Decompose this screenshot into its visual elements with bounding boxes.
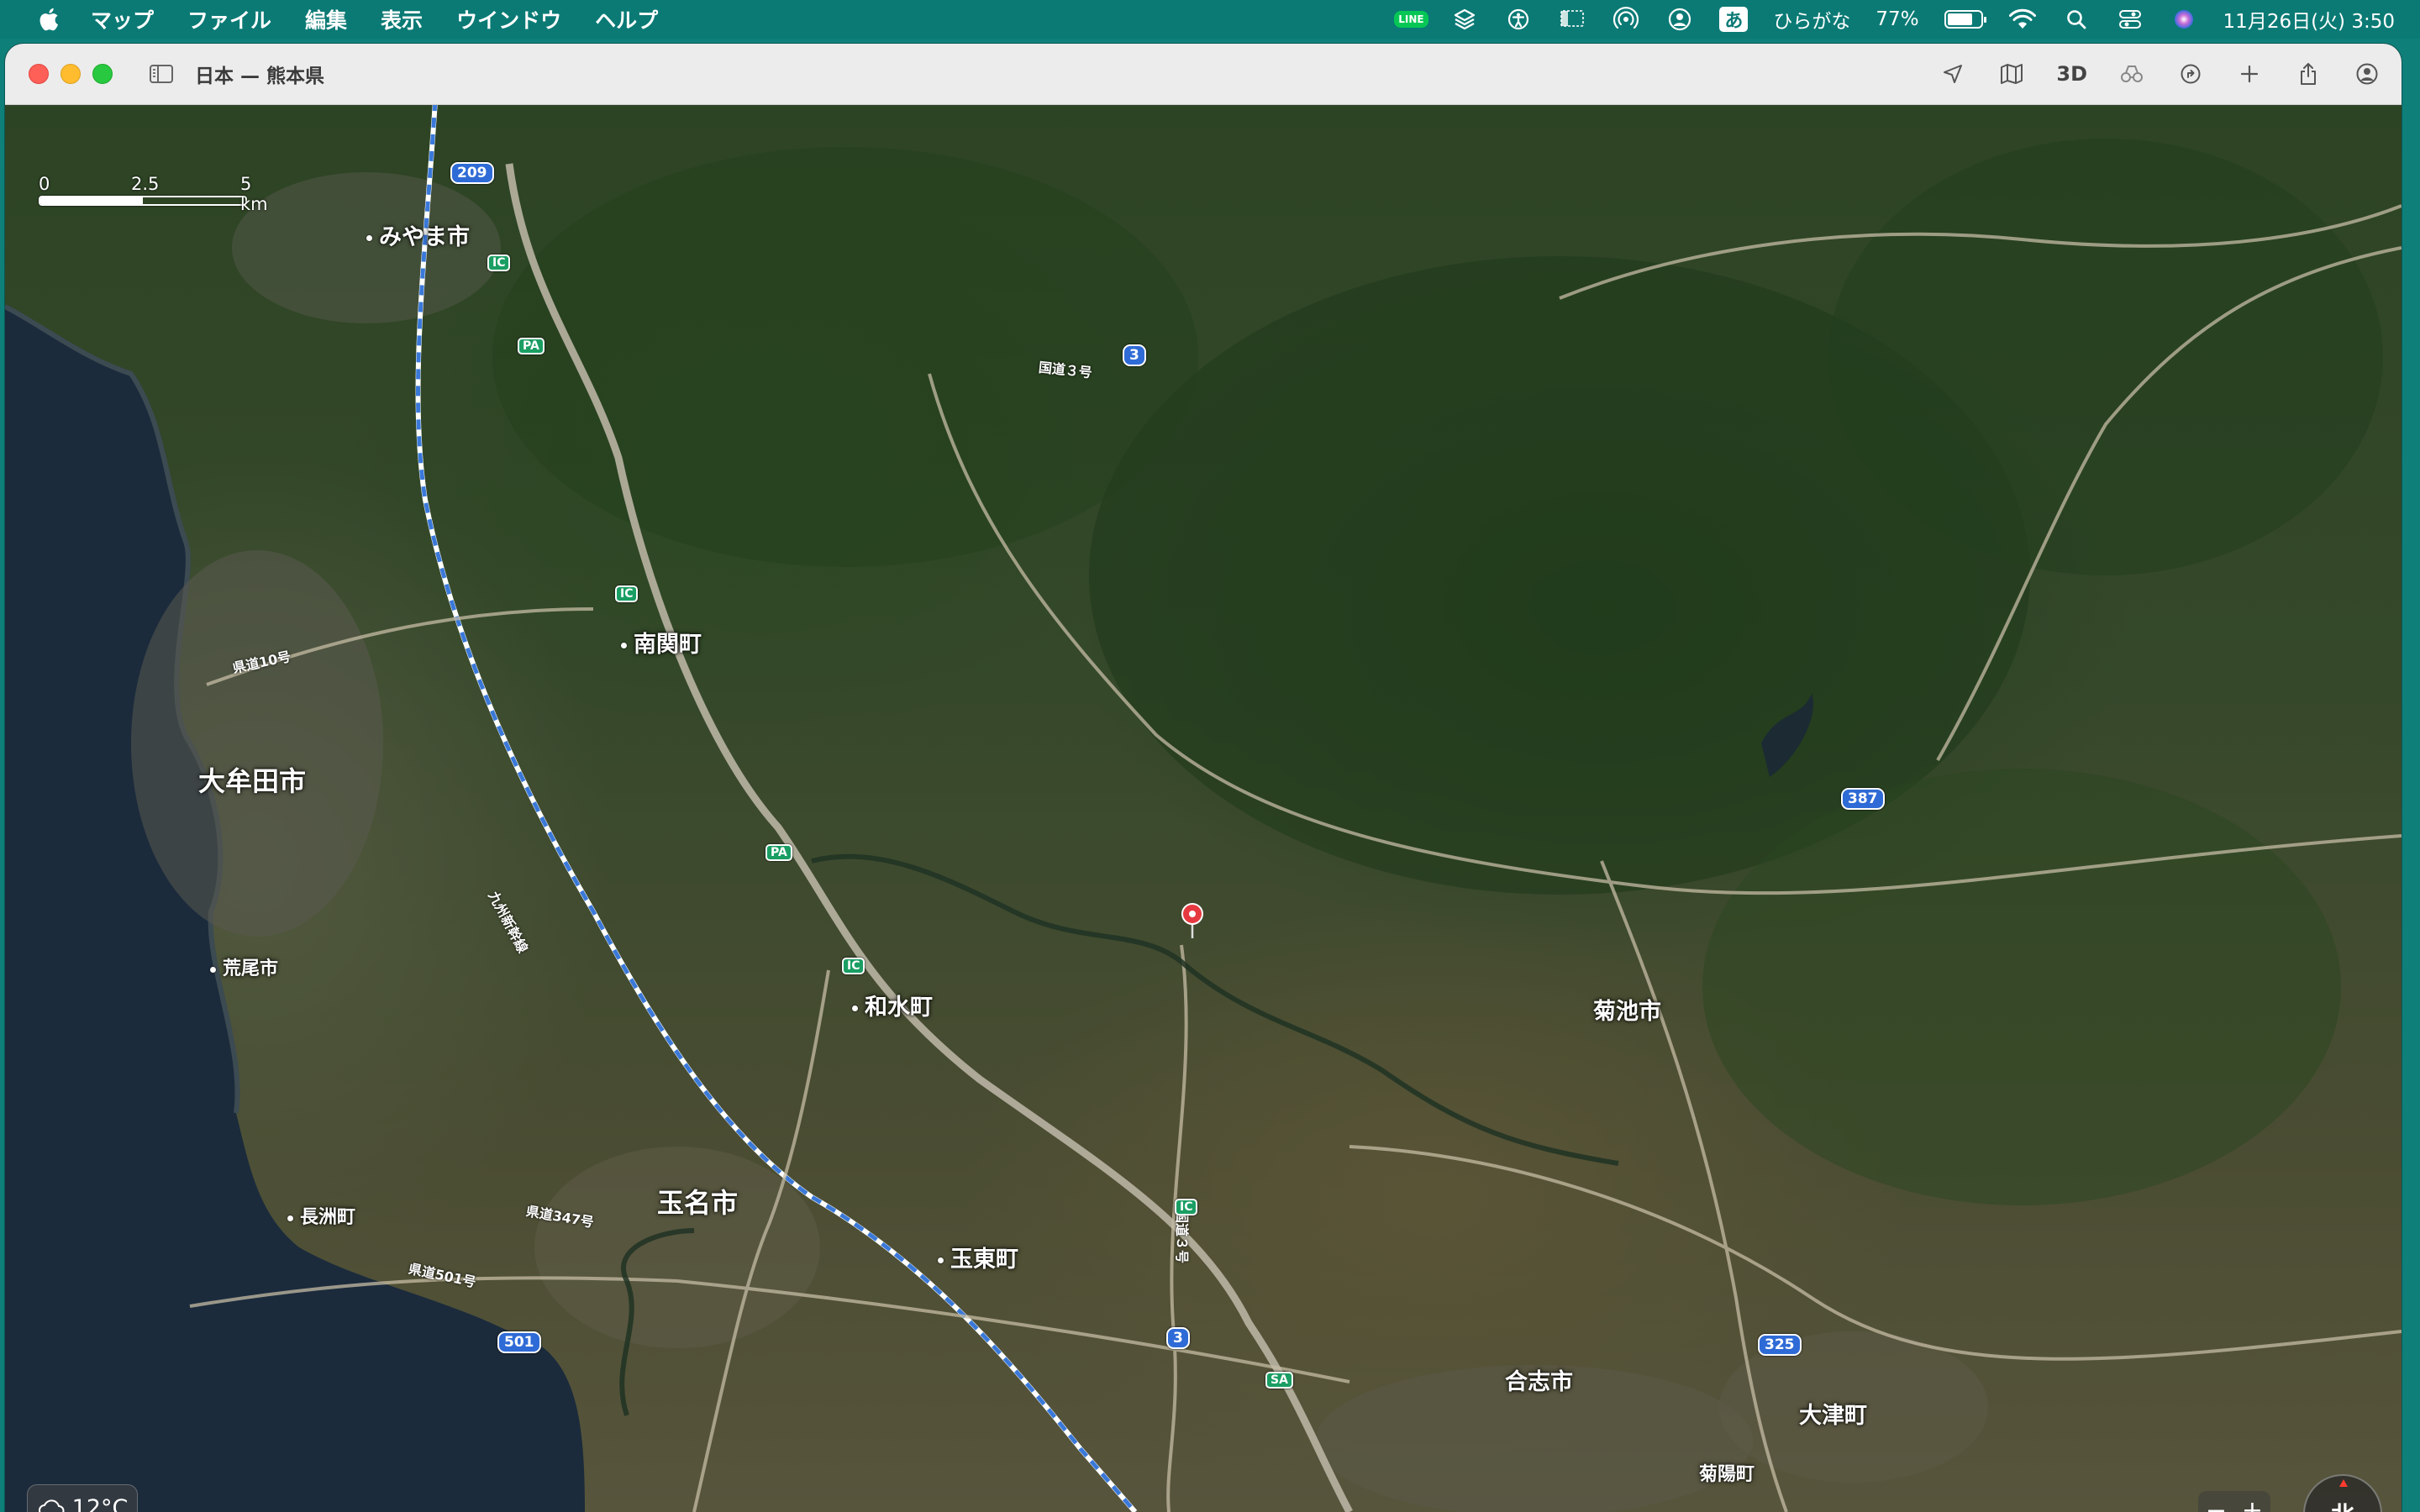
close-button[interactable] — [29, 64, 49, 84]
menubar-clock[interactable]: 11月26日(火) 3:50 — [2223, 5, 2395, 34]
place-miyama[interactable]: みやま市 — [366, 218, 470, 251]
input-method-label[interactable]: ひらがな — [1773, 5, 1850, 34]
maps-window: 日本 — 熊本県 3D 0 2.5 5 km みやま市 南関町 大牟田市 荒尾市… — [5, 44, 2402, 1512]
title-bar: 日本 — 熊本県 3D — [5, 44, 2402, 105]
interchange-badge[interactable]: IC — [842, 958, 865, 974]
wifi-icon[interactable] — [2008, 5, 2037, 34]
zoom-button[interactable] — [92, 64, 113, 84]
line-status-icon[interactable]: LINE — [1394, 5, 1428, 34]
menu-window[interactable]: ウインドウ — [456, 4, 561, 34]
sidebar-toggle-icon[interactable] — [146, 61, 176, 87]
minimize-button[interactable] — [60, 64, 81, 84]
map-view[interactable]: 0 2.5 5 km みやま市 南関町 大牟田市 荒尾市 和水町 菊池市 長洲町… — [5, 105, 2402, 1512]
place-kikuchi[interactable]: 菊池市 — [1593, 993, 1661, 1026]
place-arao[interactable]: 荒尾市 — [210, 953, 278, 980]
share-icon[interactable] — [2294, 60, 2323, 88]
interchange-badge[interactable]: IC — [1175, 1199, 1198, 1215]
map-pin-icon[interactable] — [1180, 903, 1205, 940]
service-area-badge[interactable]: SA — [1265, 1372, 1293, 1389]
menu-help[interactable]: ヘルプ — [595, 4, 658, 34]
satellite-terrain — [5, 105, 2402, 1512]
weather-temperature: 12°C — [71, 1494, 129, 1512]
menu-app-name[interactable]: マップ — [91, 4, 154, 34]
parking-area-badge[interactable]: PA — [518, 338, 544, 354]
apple-menu-icon[interactable] — [32, 3, 66, 36]
route-shield-3-south[interactable]: 3 — [1166, 1327, 1190, 1349]
place-omuta[interactable]: 大牟田市 — [198, 760, 306, 799]
zoom-in-button[interactable]: + — [2242, 1496, 2263, 1512]
parking-area-badge[interactable]: PA — [765, 844, 792, 861]
battery-icon[interactable] — [1944, 10, 1986, 29]
road-label-national-3b: 国道３号 — [1174, 1209, 1191, 1264]
input-method-icon[interactable]: あ — [1719, 7, 1749, 32]
menu-bar: マップ ファイル 編集 表示 ウインドウ ヘルプ LINE あ ひらがな 77% — [0, 0, 2420, 39]
weather-widget[interactable]: 12°C — [27, 1484, 138, 1512]
place-gyokuto[interactable]: 玉東町 — [938, 1241, 1018, 1273]
route-shield-387[interactable]: 387 — [1841, 788, 1885, 810]
scale-label-end: 5 km — [240, 174, 268, 214]
place-koshi[interactable]: 合志市 — [1505, 1363, 1573, 1396]
place-nankan[interactable]: 南関町 — [621, 626, 702, 659]
zoom-control: − + — [2198, 1491, 2270, 1512]
interchange-badge[interactable]: IC — [615, 585, 639, 602]
place-tamana[interactable]: 玉名市 — [657, 1182, 738, 1221]
layers-status-icon[interactable] — [1450, 5, 1479, 34]
place-ozu[interactable]: 大津町 — [1799, 1397, 1867, 1430]
route-shield-209[interactable]: 209 — [450, 162, 494, 184]
add-icon[interactable] — [2235, 60, 2264, 88]
place-nagomi[interactable]: 和水町 — [852, 989, 933, 1021]
screen-mirroring-icon[interactable] — [1558, 5, 1586, 34]
scale-label-zero: 0 — [39, 174, 50, 194]
route-shield-501[interactable]: 501 — [497, 1331, 541, 1353]
menu-file[interactable]: ファイル — [187, 4, 271, 34]
place-nagasu[interactable]: 長洲町 — [287, 1202, 355, 1229]
route-shield-325[interactable]: 325 — [1758, 1334, 1802, 1356]
control-center-icon[interactable] — [2116, 5, 2144, 34]
accessibility-icon[interactable] — [1504, 5, 1533, 34]
place-kikuyo[interactable]: 菊陽町 — [1699, 1459, 1754, 1486]
airdrop-icon[interactable] — [1612, 5, 1640, 34]
interchange-badge[interactable]: IC — [487, 255, 511, 271]
3d-button[interactable]: 3D — [2056, 62, 2087, 86]
scale-bar: 0 2.5 5 km — [39, 174, 268, 214]
account-icon[interactable] — [2353, 60, 2381, 88]
siri-icon[interactable] — [2170, 5, 2198, 34]
battery-percent: 77% — [1876, 8, 1919, 30]
menu-view[interactable]: 表示 — [381, 4, 423, 34]
cloud-icon — [38, 1499, 65, 1512]
compass-north-label: 北 — [2331, 1497, 2354, 1512]
map-mode-icon[interactable] — [1997, 60, 2026, 88]
window-title: 日本 — 熊本県 — [195, 66, 325, 87]
look-around-icon[interactable] — [2118, 60, 2146, 88]
route-shield-3-north[interactable]: 3 — [1123, 344, 1146, 366]
directions-icon[interactable] — [2176, 60, 2205, 88]
current-location-icon[interactable] — [1939, 60, 1967, 88]
user-account-icon[interactable] — [1665, 5, 1694, 34]
scale-label-mid: 2.5 — [131, 174, 160, 194]
zoom-out-button[interactable]: − — [2206, 1496, 2227, 1512]
spotlight-search-icon[interactable] — [2062, 5, 2091, 34]
menu-edit[interactable]: 編集 — [305, 4, 347, 34]
